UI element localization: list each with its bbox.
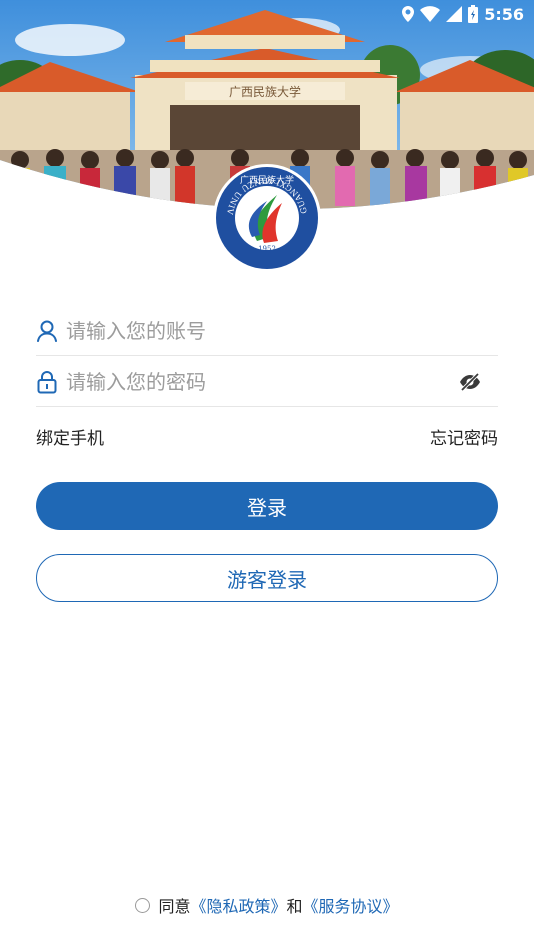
battery-icon	[468, 5, 479, 23]
service-agreement-link[interactable]: 《服务协议》	[303, 893, 399, 917]
bind-phone-link[interactable]: 绑定手机	[36, 424, 104, 449]
password-field	[36, 357, 498, 407]
status-bar: 5:56	[402, 0, 534, 28]
links-row: 绑定手机 忘记密码	[36, 424, 498, 449]
wifi-icon	[420, 6, 441, 22]
forgot-password-link[interactable]: 忘记密码	[430, 424, 498, 449]
gate-sign: 广西民族大学	[229, 84, 301, 99]
account-field	[36, 306, 498, 356]
agreement-radio[interactable]	[135, 897, 151, 913]
status-time: 5:56	[484, 4, 524, 24]
password-input[interactable]	[66, 369, 456, 394]
hide-password-icon[interactable]	[456, 368, 484, 396]
location-icon	[402, 6, 415, 22]
login-button[interactable]: 登录	[36, 482, 498, 530]
emblem-top-text: 广西民族大学	[240, 174, 294, 186]
cellular-signal-icon	[446, 6, 463, 22]
privacy-policy-link[interactable]: 《隐私政策》	[190, 893, 286, 917]
lock-icon	[36, 370, 58, 394]
agreement-row: 同意 《隐私政策》 和 《服务协议》	[0, 893, 534, 917]
emblem-year: 1952	[258, 245, 276, 253]
agreement-conjunction: 和	[286, 897, 303, 916]
university-emblem: GUANGXI MINZU UNIVERSITY 广西民族大学 1952	[208, 156, 322, 273]
user-icon	[36, 319, 58, 343]
guest-login-button[interactable]: 游客登录	[36, 554, 498, 602]
account-input[interactable]	[66, 318, 498, 343]
agreement-prefix: 同意	[158, 897, 191, 916]
